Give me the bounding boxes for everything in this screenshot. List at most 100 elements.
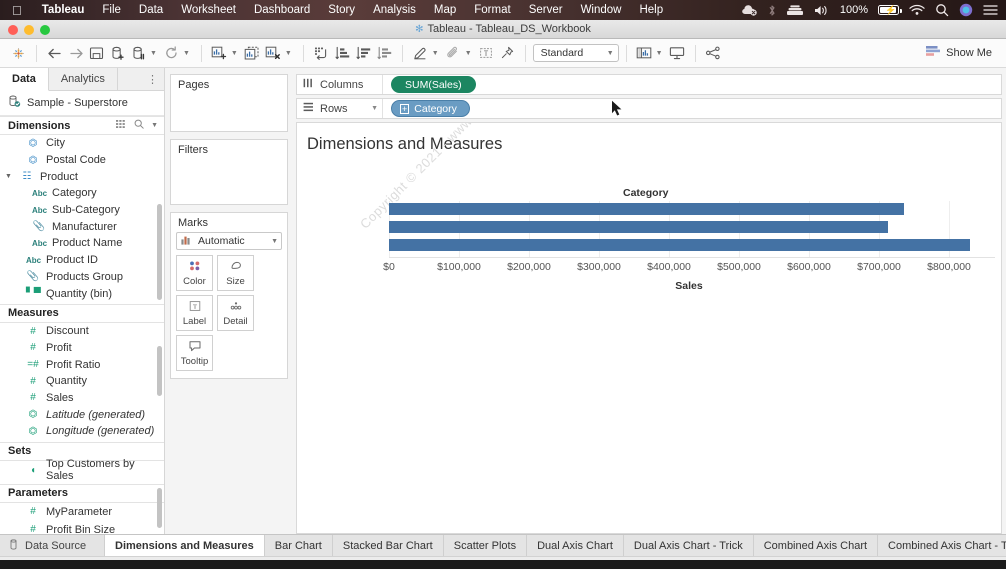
highlight-caret-icon[interactable]: ▼ <box>431 50 443 57</box>
pill-category[interactable]: + Category <box>391 100 470 117</box>
field-sub-category[interactable]: Abc Sub-Category <box>0 202 164 219</box>
field-latitude[interactable]: ⏣ Latitude (generated) <box>0 406 164 423</box>
spotlight-search-icon[interactable] <box>935 3 949 17</box>
tab-dual-axis-chart-trick[interactable]: Dual Axis Chart - Trick <box>624 535 754 556</box>
show-me-button[interactable]: Show Me <box>925 45 998 61</box>
menu-item-worksheet[interactable]: Worksheet <box>172 4 245 16</box>
marks-detail-button[interactable]: Detail <box>217 295 254 331</box>
forward-button[interactable] <box>65 43 86 64</box>
presentation-icon[interactable] <box>667 43 688 64</box>
grid-view-icon[interactable] <box>116 119 127 132</box>
menu-item-server[interactable]: Server <box>520 4 572 16</box>
bar-furniture[interactable] <box>389 203 904 215</box>
menu-item-data[interactable]: Data <box>130 4 172 16</box>
marks-label-button[interactable]: T Label <box>176 295 213 331</box>
label-icon[interactable]: T <box>476 43 497 64</box>
rows-shelf-drop-area[interactable]: + Category <box>383 99 1001 118</box>
cloud-off-icon[interactable] <box>741 4 758 16</box>
tableau-logo-icon[interactable] <box>8 43 29 64</box>
columns-shelf-drop-area[interactable]: SUM(Sales) <box>383 75 1001 94</box>
field-profit-ratio[interactable]: =# Profit Ratio <box>0 356 164 373</box>
tab-combined-axis-chart[interactable]: Combined Axis Chart <box>754 535 879 556</box>
marks-color-button[interactable]: Color <box>176 255 213 291</box>
cards-caret-icon[interactable]: ▼ <box>655 50 667 57</box>
menu-item-help[interactable]: Help <box>630 4 672 16</box>
data-pane-options-icon[interactable]: ⋮ <box>118 68 164 90</box>
minimize-button[interactable] <box>24 25 34 35</box>
pause-auto-updates-button[interactable] <box>128 43 149 64</box>
mark-type-selector[interactable]: Automatic ▼ <box>176 232 282 250</box>
menu-item-tableau[interactable]: Tableau <box>33 4 94 16</box>
close-button[interactable] <box>8 25 18 35</box>
columns-shelf[interactable]: Columns SUM(Sales) <box>296 74 1002 95</box>
save-button[interactable] <box>86 43 107 64</box>
paperclip-icon[interactable] <box>443 43 464 64</box>
field-city[interactable]: ⏣ City <box>0 135 164 152</box>
new-worksheet-button[interactable] <box>209 43 230 64</box>
tab-data-source[interactable]: Data Source <box>0 535 105 556</box>
keyboard-icon[interactable] <box>786 4 804 16</box>
tab-dual-axis-chart[interactable]: Dual Axis Chart <box>527 535 624 556</box>
menu-item-dashboard[interactable]: Dashboard <box>245 4 319 16</box>
field-quantity[interactable]: # Quantity <box>0 373 164 390</box>
pin-icon[interactable] <box>497 43 518 64</box>
zoom-button[interactable] <box>40 25 50 35</box>
tab-scatter-plots[interactable]: Scatter Plots <box>444 535 528 556</box>
back-button[interactable] <box>44 43 65 64</box>
bar-technology[interactable] <box>389 239 970 251</box>
refresh-caret-icon[interactable]: ▼ <box>182 50 194 57</box>
clear-sheet-caret-icon[interactable]: ▼ <box>284 50 296 57</box>
field-category[interactable]: Abc Category <box>0 185 164 202</box>
share-button[interactable] <box>703 43 724 64</box>
field-product-id[interactable]: Abc Product ID <box>0 252 164 269</box>
marks-tooltip-button[interactable]: Tooltip <box>176 335 213 371</box>
view-canvas[interactable]: Dimensions and Measures Copyright © 2021… <box>296 122 1002 534</box>
bar-office-supplies[interactable] <box>389 221 888 233</box>
pill-sum-sales[interactable]: SUM(Sales) <box>391 76 476 93</box>
wifi-icon[interactable] <box>909 4 925 16</box>
rows-shelf[interactable]: Rows ▼ + Category <box>296 98 1002 119</box>
control-center-icon[interactable] <box>983 4 998 16</box>
cards-icon[interactable] <box>634 43 655 64</box>
swap-rows-columns-button[interactable] <box>311 43 332 64</box>
field-sales[interactable]: # Sales <box>0 390 164 407</box>
field-profit[interactable]: # Profit <box>0 340 164 357</box>
volume-icon[interactable] <box>814 4 830 17</box>
new-data-source-button[interactable] <box>107 43 128 64</box>
tab-data[interactable]: Data <box>0 68 49 91</box>
siri-icon[interactable] <box>959 3 973 17</box>
chevron-down-icon[interactable]: ▼ <box>5 173 14 180</box>
bluetooth-icon[interactable] <box>768 4 776 17</box>
field-list-scrollbar-lower[interactable] <box>157 346 162 396</box>
clear-sheet-button[interactable] <box>263 43 284 64</box>
tab-dimensions-and-measures[interactable]: Dimensions and Measures <box>105 535 265 556</box>
field-profit-bin-size[interactable]: # Profit Bin Size <box>0 521 164 534</box>
field-longitude[interactable]: ⏣ Longitude (generated) <box>0 423 164 440</box>
new-sheet-caret-icon[interactable]: ▼ <box>230 50 242 57</box>
filters-card[interactable]: Filters <box>170 139 288 205</box>
field-list-scrollbar-bottom[interactable] <box>157 488 162 528</box>
rows-shelf-caret-icon[interactable]: ▼ <box>371 105 382 112</box>
pages-card[interactable]: Pages <box>170 74 288 132</box>
datasource-item[interactable]: Sample - Superstore <box>0 91 164 116</box>
field-myparameter[interactable]: # MyParameter <box>0 503 164 521</box>
tab-bar-chart[interactable]: Bar Chart <box>265 535 333 556</box>
pause-updates-caret-icon[interactable]: ▼ <box>149 50 161 57</box>
menu-item-file[interactable]: File <box>93 4 130 16</box>
field-discount[interactable]: # Discount <box>0 323 164 340</box>
sort-ascending-button[interactable] <box>332 43 353 64</box>
duplicate-sheet-button[interactable] <box>242 43 263 64</box>
marks-size-button[interactable]: Size <box>217 255 254 291</box>
menu-item-story[interactable]: Story <box>319 4 364 16</box>
field-product-hierarchy[interactable]: ▼ ☷ Product <box>0 168 164 185</box>
bar-chart[interactable]: Copyright © 2021 - www.p30download.com C… <box>297 123 1001 533</box>
field-postal-code[interactable]: ⏣ Postal Code <box>0 152 164 169</box>
field-list-scroll[interactable]: Dimensions ▼ ⏣ City ⏣ Postal Code ▼ ☷ Produc… <box>0 116 164 534</box>
menu-item-format[interactable]: Format <box>465 4 519 16</box>
chevron-down-icon[interactable]: ▼ <box>151 122 158 129</box>
field-products-group[interactable]: 📎 Products Group <box>0 269 164 286</box>
menu-item-analysis[interactable]: Analysis <box>364 4 425 16</box>
battery-icon[interactable]: ⚡ <box>878 5 902 15</box>
tab-analytics[interactable]: Analytics <box>49 68 118 90</box>
field-product-name[interactable]: Abc Product Name <box>0 235 164 252</box>
